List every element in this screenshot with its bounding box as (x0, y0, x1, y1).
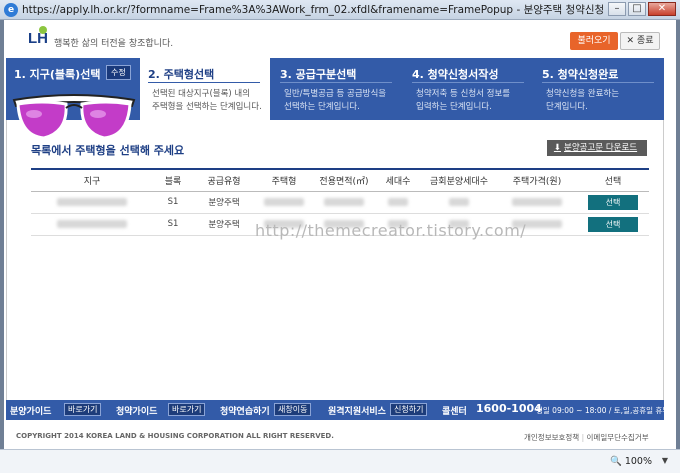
block-cell: S1 (153, 213, 193, 236)
remote-support-label: 원격지원서비스 (328, 407, 386, 417)
col-district: 지구 (31, 169, 153, 192)
lh-logo: LH (28, 30, 48, 47)
section-title: 목록에서 주택형을 선택해 주세요 (31, 144, 185, 157)
col-supply-type: 공급유형 (193, 169, 255, 192)
col-select: 선택 (577, 169, 649, 192)
close-icon[interactable]: ✕ (648, 2, 676, 16)
subscription-guide-button[interactable]: 바로가기 (168, 403, 206, 416)
exit-button-label: 종료 (636, 36, 654, 46)
redacted-households (388, 197, 408, 206)
col-housing-type: 주택형 (255, 169, 313, 192)
block-cell: S1 (153, 191, 193, 214)
redacted-price (512, 197, 562, 206)
step-1-label: 1. 지구(블록)선택 (14, 68, 101, 81)
subscription-guide-label: 청약가이드 (116, 407, 158, 417)
copyright: COPYRIGHT 2014 KOREA LAND & HOUSING CORP… (16, 432, 334, 440)
main-content: 목록에서 주택형을 선택해 주세요 ⬇ 분양공고문 다운로드 지구 블록 공급유형… (6, 120, 664, 400)
table-header-row: 지구 블록 공급유형 주택형 전용면적(㎡) 세대수 금회분양세대수 주택가격(… (31, 169, 649, 192)
step-5-label: 5. 청약신청완료 (542, 68, 619, 81)
sales-guide-button[interactable]: 바로가기 (64, 403, 102, 416)
redacted-district (57, 197, 127, 206)
privacy-policy-link[interactable]: 개인정보보호정책 (524, 433, 579, 442)
zoom-level[interactable]: 🔍 100% (610, 456, 652, 467)
sales-guide-label: 분양가이드 (10, 407, 52, 417)
remote-support-button[interactable]: 신청하기 (390, 403, 428, 416)
supply-type-cell: 분양주택 (193, 191, 255, 214)
edit-button[interactable]: 수정 (106, 65, 131, 80)
redacted-district (57, 219, 127, 228)
practice-button[interactable]: 새창이동 (274, 403, 312, 416)
step-3[interactable]: 3. 공급구분선택 일반/특별공급 등 공급방식을선택하는 단계입니다. (272, 58, 402, 120)
step-4-desc-1: 청약저축 등 신청서 정보를 (416, 89, 511, 99)
browser-titlebar: e https://apply.lh.or.kr/?formname=Frame… (0, 0, 680, 20)
minimize-icon[interactable]: – (608, 2, 626, 16)
window-controls: – □ ✕ (608, 2, 676, 16)
col-price: 주택가격(원) (497, 169, 577, 192)
step-5-desc-2: 단계입니다. (546, 102, 588, 112)
col-area: 전용면적(㎡) (313, 169, 375, 192)
step-2-label: 2. 주택형선택 (148, 68, 215, 81)
call-center-number: 1600-1004 (476, 402, 542, 415)
zoom-value: 100% (624, 456, 652, 467)
redacted-current-households (449, 197, 469, 206)
footer-links: 개인정보보호정책 | 이메일무단수집거부 (524, 433, 649, 442)
step-4-desc-2: 입력하는 단계입니다. (416, 102, 492, 112)
popup-frame: LH 행복한 삶의 터전을 창조합니다. 불러오기 ✕ 종료 1. 지구(블록)… (4, 20, 676, 449)
internet-explorer-icon: e (4, 2, 18, 17)
col-households: 세대수 (375, 169, 421, 192)
download-notice-button[interactable]: ⬇ 분양공고문 다운로드 (547, 140, 647, 156)
browser-statusbar: 🔍 100% ▼ (0, 449, 680, 473)
supply-type-cell: 분양주택 (193, 213, 255, 236)
step-4[interactable]: 4. 청약신청서작성 청약저축 등 신청서 정보를입력하는 단계입니다. (404, 58, 534, 120)
download-notice-label: 분양공고문 다운로드 (564, 143, 638, 153)
chevron-down-icon[interactable]: ▼ (662, 456, 668, 465)
header: LH 행복한 삶의 터전을 창조합니다. 불러오기 ✕ 종료 (4, 20, 676, 56)
step-2-desc-2: 주택형을 선택하는 단계입니다. (152, 102, 262, 112)
call-center-hours: 평일 09:00 ~ 18:00 / 토,일,공휴일 휴무 (536, 406, 670, 415)
step-2-desc-1: 선택된 대상지구(블록) 내의 (152, 89, 251, 99)
redacted-area (324, 197, 364, 206)
footer-bar: 분양가이드 바로가기 청약가이드 바로가기 청약연습하기 새창이동 원격지원서비… (6, 400, 669, 420)
col-current-households: 금회분양세대수 (421, 169, 497, 192)
step-3-desc-2: 선택하는 단계입니다. (284, 102, 360, 112)
step-5[interactable]: 5. 청약신청완료 청약신청을 완료하는단계입니다. (534, 58, 664, 120)
col-block: 블록 (153, 169, 193, 192)
exit-button[interactable]: ✕ 종료 (620, 32, 660, 50)
maximize-icon[interactable]: □ (628, 2, 646, 16)
slogan: 행복한 삶의 터전을 창조합니다. (54, 39, 174, 49)
download-icon: ⬇ (553, 143, 562, 153)
call-center-label: 콜센터 (442, 407, 467, 417)
select-button[interactable]: 선택 (588, 194, 638, 210)
step-4-label: 4. 청약신청서작성 (412, 68, 499, 81)
select-button[interactable]: 선택 (588, 216, 638, 232)
step-5-desc-1: 청약신청을 완료하는 (546, 89, 620, 99)
step-3-desc-1: 일반/특별공급 등 공급방식을 (284, 89, 387, 99)
load-button[interactable]: 불러오기 (570, 32, 618, 50)
table-row[interactable]: S1 분양주택 선택 (31, 191, 649, 214)
window-title: https://apply.lh.or.kr/?formname=Frame%3… (22, 4, 622, 16)
redacted-housing-type (264, 197, 304, 206)
step-2[interactable]: 2. 주택형선택 선택된 대상지구(블록) 내의주택형을 선택하는 단계입니다. (140, 58, 270, 128)
watermark: http://themecreator.tistory.com/ (255, 221, 527, 240)
email-policy-link[interactable]: 이메일무단수집거부 (587, 433, 649, 442)
step-3-label: 3. 공급구분선택 (280, 68, 357, 81)
practice-label: 청약연습하기 (220, 407, 270, 417)
